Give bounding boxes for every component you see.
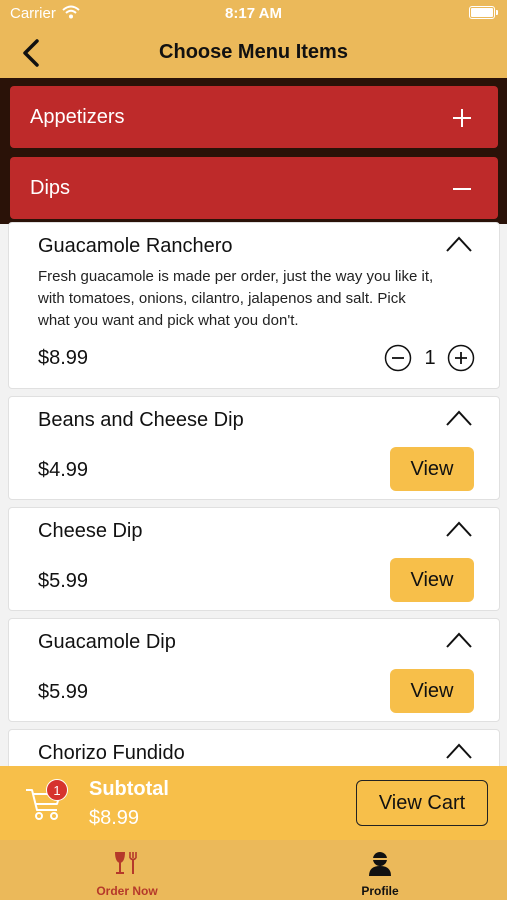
increment-button[interactable]: [447, 344, 475, 372]
menu-item-card: Guacamole Dip $5.99 View: [8, 618, 500, 722]
item-name: Cheese Dip: [38, 520, 143, 542]
category-appetizers[interactable]: Appetizers: [10, 86, 498, 148]
subtotal-label: Subtotal: [89, 778, 169, 800]
quantity-value: 1: [424, 347, 436, 369]
item-price: $5.99: [38, 681, 89, 703]
category-dips[interactable]: Dips: [10, 157, 498, 219]
subtotal-value: $8.99: [89, 807, 140, 829]
status-time: 8:17 AM: [225, 5, 282, 22]
battery-icon: [469, 6, 498, 19]
view-item-button[interactable]: View: [390, 669, 474, 713]
person-icon: [369, 852, 391, 876]
tab-label: Order Now: [96, 884, 158, 898]
view-item-button[interactable]: View: [390, 558, 474, 602]
chevron-up-icon[interactable]: [445, 520, 473, 538]
menu-item-card: Guacamole Ranchero Fresh guacamole is ma…: [8, 222, 500, 389]
menu-item-card: Cheese Dip $5.99 View: [8, 507, 500, 611]
item-name: Chorizo Fundido: [38, 742, 185, 764]
page-title: Choose Menu Items: [159, 41, 348, 63]
tab-label: Profile: [361, 884, 399, 898]
decrement-button[interactable]: [384, 344, 412, 372]
category-label: Dips: [30, 177, 71, 199]
item-price: $4.99: [38, 459, 89, 481]
view-cart-button[interactable]: View Cart: [356, 780, 488, 826]
cart-badge: 1: [46, 779, 68, 801]
chevron-up-icon[interactable]: [445, 631, 473, 649]
cart-bar: 1 Subtotal $8.99 View Cart: [0, 766, 507, 840]
item-name: Beans and Cheese Dip: [38, 409, 244, 431]
item-description: Fresh guacamole is made per order, just …: [38, 268, 434, 329]
nav-bar: Choose Menu Items: [0, 28, 507, 78]
item-name: Guacamole Ranchero: [38, 235, 233, 257]
menu-item-card: Beans and Cheese Dip $4.99 View: [8, 396, 500, 500]
chevron-up-icon[interactable]: [445, 742, 473, 760]
chevron-up-icon[interactable]: [445, 235, 473, 253]
plus-icon[interactable]: [452, 108, 472, 128]
item-price: $5.99: [38, 570, 89, 592]
tab-bar: Order Now Profile: [0, 840, 507, 900]
category-label: Appetizers: [30, 106, 125, 128]
chevron-up-icon[interactable]: [445, 409, 473, 427]
status-bar: Carrier 8:17 AM: [0, 0, 507, 28]
tab-order-now[interactable]: Order Now: [0, 840, 254, 900]
dining-icon: [115, 852, 137, 874]
item-name: Guacamole Dip: [38, 631, 176, 653]
minus-icon[interactable]: [452, 179, 472, 199]
item-price: $8.99: [38, 347, 89, 369]
tab-profile[interactable]: Profile: [253, 840, 507, 900]
view-item-button[interactable]: View: [390, 447, 474, 491]
